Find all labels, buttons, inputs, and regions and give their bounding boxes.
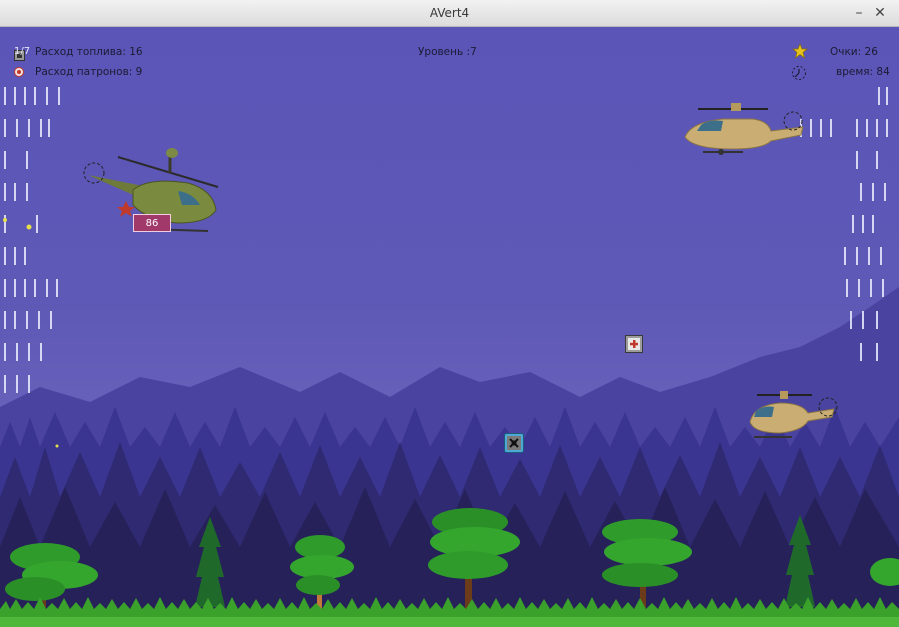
enemy-helicopter bbox=[684, 103, 804, 155]
medkit-crate-icon bbox=[625, 335, 643, 353]
enemy-helicopter bbox=[749, 391, 838, 438]
minimize-button[interactable]: – bbox=[850, 4, 868, 22]
window-titlebar: AVert4 – ✕ bbox=[0, 0, 899, 27]
ammo-consumption-label: Расход патронов: 9 bbox=[35, 66, 143, 78]
fuel-overlay-value: 1/7 bbox=[14, 46, 31, 57]
clock-icon bbox=[792, 66, 806, 80]
bullet-target-icon bbox=[14, 67, 24, 77]
score-label: Очки: 26 bbox=[830, 46, 878, 58]
window-title: AVert4 bbox=[429, 6, 470, 20]
time-label: время: 84 bbox=[836, 66, 890, 78]
star-icon bbox=[792, 43, 808, 59]
fuel-consumption-label: Расход топлива: 16 bbox=[35, 46, 143, 58]
close-button[interactable]: ✕ bbox=[871, 4, 889, 22]
game-canvas[interactable]: 1/7 Расход топлива: 16 Расход патронов: … bbox=[0, 27, 899, 627]
level-label: Уровень :7 bbox=[418, 46, 477, 58]
ammo-crate-icon bbox=[504, 433, 524, 453]
player-health-badge: 86 bbox=[133, 214, 171, 232]
projectile-dots bbox=[3, 218, 59, 448]
